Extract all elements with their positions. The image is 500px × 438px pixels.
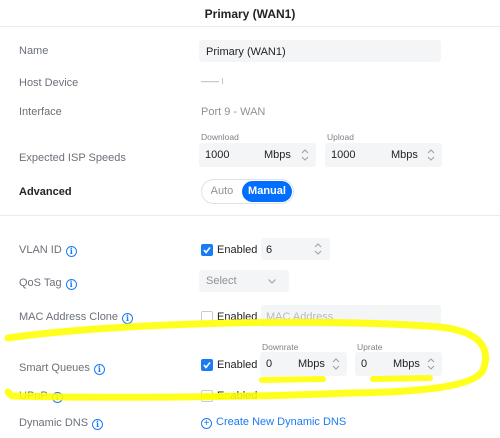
download-speed-input[interactable]: 1000 Mbps (199, 143, 316, 167)
upload-label: Upload (327, 132, 354, 142)
mac-address-placeholder: MAC Address (266, 311, 334, 323)
chevron-down-icon (268, 279, 276, 284)
create-dynamic-dns-text: Create New Dynamic DNS (216, 416, 347, 428)
downrate-stepper-icon[interactable] (331, 355, 341, 373)
mac-clone-label-text: MAC Address Clone (19, 311, 119, 323)
vlan-id-label: VLAN ID i (19, 244, 77, 257)
download-stepper-icon[interactable] (300, 146, 310, 164)
upload-stepper-icon[interactable] (426, 146, 436, 164)
smart-queues-checkbox[interactable] (201, 359, 213, 371)
upnp-info-icon[interactable]: i (51, 392, 63, 403)
upload-speed-value: 1000 (331, 149, 356, 161)
smart-queues-label: Smart Queues i (19, 362, 105, 375)
advanced-manual-option[interactable]: Manual (242, 181, 292, 202)
mac-clone-info-icon[interactable]: i (122, 313, 134, 324)
advanced-auto-option[interactable]: Auto (203, 181, 241, 202)
smart-queues-info-icon[interactable]: i (93, 364, 105, 375)
host-device-value: —— ⧙ (201, 76, 224, 86)
dynamic-dns-label-text: Dynamic DNS (19, 417, 89, 429)
qos-tag-label: QoS Tag i (19, 277, 77, 290)
vlan-id-value: 6 (266, 244, 273, 256)
upnp-enabled-label: Enabled (217, 390, 258, 402)
name-input[interactable]: Primary (WAN1) (199, 40, 441, 62)
vlan-id-input[interactable]: 6 (261, 238, 330, 260)
upload-speed-input[interactable]: 1000 Mbps (325, 143, 442, 167)
qos-info-icon[interactable]: i (65, 279, 77, 290)
smart-queues-label-text: Smart Queues (19, 362, 90, 374)
uprate-stepper-icon[interactable] (426, 355, 436, 373)
interface-label: Interface (19, 106, 62, 118)
qos-tag-select[interactable]: Select (199, 270, 289, 292)
downrate-unit: Mbps (298, 358, 325, 370)
interface-value: Port 9 - WAN (201, 106, 266, 118)
upload-speed-unit: Mbps (391, 149, 418, 161)
mac-address-input[interactable]: MAC Address (261, 305, 441, 327)
mac-clone-label: MAC Address Clone i (19, 311, 134, 324)
vlan-info-icon[interactable]: i (65, 246, 77, 257)
upnp-label: UPnP i (19, 390, 63, 403)
download-speed-unit: Mbps (264, 149, 291, 161)
qos-tag-placeholder: Select (206, 275, 237, 287)
upnp-label-text: UPnP (19, 390, 48, 402)
vlan-id-label-text: VLAN ID (19, 244, 62, 256)
name-input-value: Primary (WAN1) (206, 46, 286, 58)
plus-circle-icon: + (201, 418, 212, 429)
host-device-label: Host Device (19, 77, 79, 89)
mac-clone-checkbox[interactable] (201, 311, 213, 323)
qos-tag-label-text: QoS Tag (19, 277, 62, 289)
advanced-label: Advanced (19, 186, 72, 198)
smart-queues-enabled-label: Enabled (217, 359, 258, 371)
download-speed-value: 1000 (205, 149, 230, 161)
downrate-input[interactable]: 0 Mbps (260, 352, 347, 376)
create-dynamic-dns-link[interactable]: + Create New Dynamic DNS (201, 416, 346, 429)
panel-header: Primary (WAN1) (0, 0, 500, 27)
advanced-mode-toggle: Auto Manual (201, 179, 294, 204)
name-label: Name (19, 45, 49, 57)
mac-clone-enabled-label: Enabled (217, 311, 258, 323)
uprate-label: Uprate (357, 342, 383, 352)
upnp-checkbox[interactable] (201, 390, 213, 402)
downrate-value: 0 (266, 358, 273, 370)
page-title: Primary (WAN1) (204, 7, 296, 21)
uprate-value: 0 (361, 358, 368, 370)
section-divider (0, 215, 500, 216)
uprate-unit: Mbps (393, 358, 420, 370)
uprate-input[interactable]: 0 Mbps (355, 352, 442, 376)
vlan-stepper-icon[interactable] (313, 240, 323, 258)
downrate-label: Downrate (262, 342, 299, 352)
vlan-enabled-label: Enabled (217, 244, 258, 256)
isp-speeds-label: Expected ISP Speeds (19, 152, 126, 164)
download-label: Download (201, 132, 239, 142)
dynamic-dns-label: Dynamic DNS i (19, 417, 104, 430)
dynamic-dns-info-icon[interactable]: i (92, 419, 104, 430)
vlan-enabled-checkbox[interactable] (201, 244, 213, 256)
